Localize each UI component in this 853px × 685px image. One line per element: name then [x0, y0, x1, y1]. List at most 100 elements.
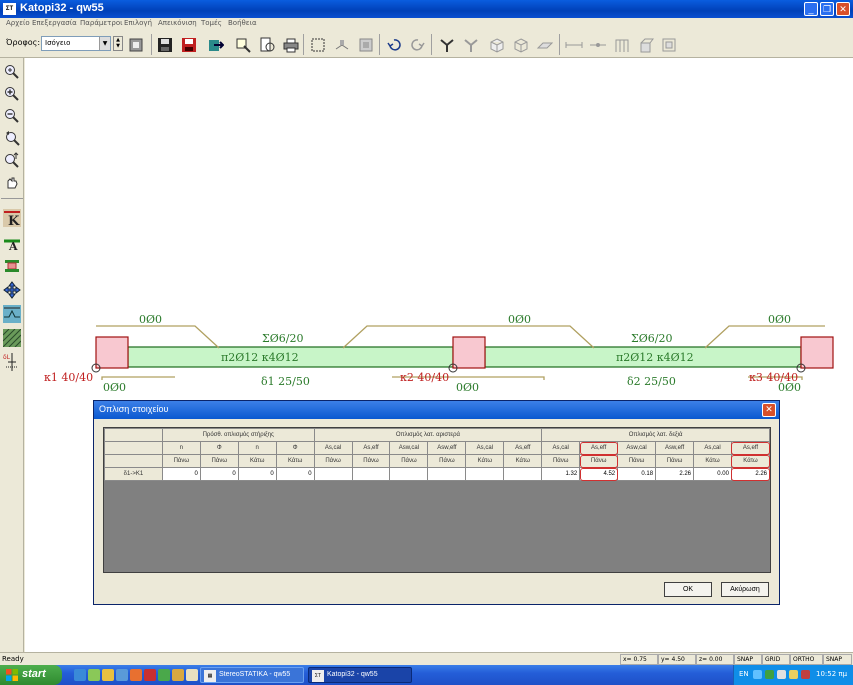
app-icon[interactable]: ΣΤ — [3, 3, 16, 15]
table-cell[interactable] — [503, 467, 543, 481]
column-reinforcement-icon[interactable]: K — [2, 208, 22, 228]
table-cell[interactable] — [465, 467, 505, 481]
column-header: As,cal — [541, 441, 581, 455]
app-shortcut-icon[interactable] — [172, 669, 184, 681]
export-icon[interactable] — [206, 35, 225, 54]
close-button[interactable]: ✕ — [836, 2, 850, 16]
table-cell[interactable]: 0 — [237, 467, 277, 481]
redo-icon[interactable] — [408, 35, 427, 54]
table-row[interactable]: δ1->Κ1 0 0 0 0 1.32 4.52 0.18 2.26 0.00 2.26 — [104, 467, 771, 481]
menu-select[interactable]: Επιλογή — [124, 19, 152, 27]
zoom-out-icon[interactable] — [2, 106, 22, 126]
menu-view[interactable]: Απεικόνιση — [158, 19, 197, 27]
select-frame-icon[interactable] — [308, 35, 327, 54]
svg-text:δL: δL — [3, 354, 11, 361]
network-icon[interactable] — [753, 670, 762, 679]
floor-spinner[interactable]: ▲ ▼ — [113, 36, 123, 51]
app-shortcut-icon[interactable] — [158, 669, 170, 681]
ortho-toggle[interactable]: ORTHO — [790, 654, 823, 665]
frame-icon[interactable] — [612, 35, 631, 54]
media-icon[interactable] — [116, 669, 128, 681]
zoom-previous-icon[interactable] — [2, 128, 22, 148]
print-icon[interactable] — [281, 35, 300, 54]
zoom-in-icon[interactable] — [2, 84, 22, 104]
cube-icon[interactable] — [487, 35, 506, 54]
table-cell[interactable] — [389, 467, 429, 481]
folder-icon[interactable] — [102, 669, 114, 681]
beam-reinforcement-icon[interactable]: A — [2, 232, 22, 252]
zoom-extents-icon[interactable] — [2, 62, 22, 82]
save-as-icon[interactable] — [179, 35, 198, 54]
slab-icon[interactable] — [535, 35, 554, 54]
beam-section-icon[interactable] — [2, 256, 22, 276]
stirrup-icon[interactable] — [2, 304, 22, 324]
column-header: As,eff — [351, 441, 391, 455]
beam-icon[interactable] — [437, 35, 456, 54]
table-cell[interactable] — [427, 467, 467, 481]
language-indicator[interactable]: EN — [739, 670, 749, 678]
section-icon[interactable] — [636, 35, 655, 54]
column-icon[interactable] — [332, 35, 351, 54]
table-cell[interactable]: 2.26 — [730, 467, 771, 481]
table-cell[interactable] — [313, 467, 353, 481]
table-cell[interactable] — [351, 467, 391, 481]
column-k2[interactable] — [452, 336, 486, 369]
snap-toggle[interactable]: SNAP — [734, 654, 762, 665]
menu-help[interactable]: Βοήθεια — [228, 19, 257, 27]
undo-icon[interactable] — [384, 35, 403, 54]
table-cell[interactable]: 0.00 — [693, 467, 732, 481]
cancel-button[interactable]: Ακύρωση — [721, 582, 769, 597]
dimension-icon[interactable]: δL — [2, 352, 22, 372]
menu-sections[interactable]: Τομές — [201, 19, 222, 27]
zoom-realtime-icon[interactable] — [2, 150, 22, 170]
reinforcement-grid[interactable]: Πρόσθ. οπλισμός στήριξης Οπλισμός λατ. α… — [103, 427, 771, 573]
table-cell[interactable]: 0 — [161, 467, 201, 481]
floor-select[interactable]: Ισόγειο ▼ — [41, 36, 111, 51]
firefox-icon[interactable] — [130, 669, 142, 681]
menu-file[interactable]: Αρχείο — [6, 19, 30, 27]
table-cell[interactable]: 1.32 — [541, 467, 581, 481]
task-stereostatika[interactable]: ▦ StereoSTATIKA - qw55 — [200, 667, 304, 683]
slab-hatch-icon[interactable] — [2, 328, 22, 348]
column-k3[interactable] — [800, 336, 834, 369]
column-k1[interactable] — [95, 336, 129, 369]
magnify-page-icon[interactable] — [257, 35, 276, 54]
save-icon[interactable] — [155, 35, 174, 54]
column-subheader: Πάνω — [427, 454, 467, 468]
section-3d-icon[interactable] — [659, 35, 678, 54]
zoom-window-icon[interactable] — [233, 35, 252, 54]
table-cell[interactable]: 4.52 — [579, 467, 619, 481]
wall-icon[interactable] — [356, 35, 375, 54]
grid-toggle[interactable]: GRID — [762, 654, 790, 665]
table-cell[interactable]: 0 — [199, 467, 239, 481]
security-icon[interactable] — [765, 670, 774, 679]
ie-icon[interactable] — [74, 669, 86, 681]
app-shortcut-icon[interactable] — [186, 669, 198, 681]
osnap-toggle[interactable]: SNAP — [823, 654, 852, 665]
app-shortcut-icon[interactable] — [144, 669, 156, 681]
antivirus-icon[interactable] — [801, 670, 810, 679]
beam-3d-icon[interactable] — [461, 35, 480, 54]
table-cell[interactable]: 0 — [275, 467, 315, 481]
quicklaunch-icon[interactable] — [88, 669, 100, 681]
move-icon[interactable] — [2, 280, 22, 300]
update-icon[interactable] — [789, 670, 798, 679]
table-cell[interactable]: 2.26 — [655, 467, 695, 481]
table-cell[interactable]: 0.18 — [617, 467, 657, 481]
dimension-line-icon[interactable] — [564, 35, 583, 54]
pan-icon[interactable] — [2, 172, 22, 192]
title-bar: ΣΤ Katopi32 - qw55 _ ❐ ✕ — [0, 0, 853, 18]
close-icon[interactable]: ✕ — [762, 403, 776, 417]
volume-icon[interactable] — [777, 670, 786, 679]
restore-button[interactable]: ❐ — [820, 2, 834, 16]
chevron-down-icon[interactable]: ▼ — [99, 37, 110, 50]
start-button[interactable]: start — [0, 665, 62, 685]
task-katopi32[interactable]: ΣΤ Katopi32 - qw55 — [308, 667, 412, 683]
cube-outline-icon[interactable] — [511, 35, 530, 54]
dimension-node-icon[interactable] — [588, 35, 607, 54]
menu-edit[interactable]: Επεξεργασία — [32, 19, 77, 27]
minimize-button[interactable]: _ — [804, 2, 818, 16]
stop-icon[interactable] — [126, 35, 145, 54]
menu-parameters[interactable]: Παράμετροι — [80, 19, 122, 27]
ok-button[interactable]: OK — [664, 582, 712, 597]
